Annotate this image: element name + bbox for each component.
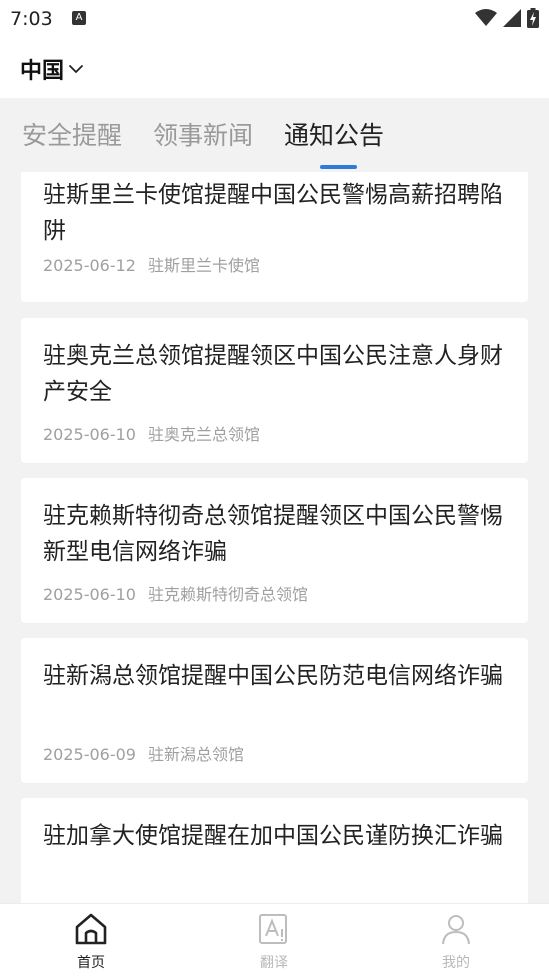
- wifi-icon: [475, 9, 497, 26]
- article-title: 驻新潟总领馆提醒中国公民防范电信网络诈骗: [43, 663, 503, 689]
- article-source: 驻克赖斯特彻奇总领馆: [147, 585, 308, 604]
- status-bar: 7:03 A: [0, 0, 549, 38]
- article-source: 驻奥克兰总领馆: [147, 425, 260, 444]
- category-tabs: 安全提醒 领事新闻 通知公告: [0, 98, 549, 172]
- tab-safety-alerts[interactable]: 安全提醒: [22, 116, 122, 152]
- article-source: 驻新潟总领馆: [147, 745, 244, 764]
- region-selector[interactable]: 中国: [20, 53, 84, 85]
- tab-announcements[interactable]: 通知公告: [284, 116, 384, 152]
- article-meta: 2025-06-10 驻克赖斯特彻奇总领馆: [43, 581, 308, 605]
- article-date: 2025-06-12: [43, 256, 136, 275]
- nav-home[interactable]: 首页: [51, 912, 131, 972]
- article-date: 2025-06-09: [43, 745, 136, 764]
- article-meta: 2025-06-09 驻新潟总领馆: [43, 741, 244, 765]
- article-title: 驻加拿大使馆提醒在加中国公民谨防换汇诈骗: [43, 823, 503, 849]
- nav-mine[interactable]: 我的: [416, 912, 496, 972]
- bottom-nav: 首页 翻译 我的: [0, 903, 549, 977]
- article-title: 驻奥克兰总领馆提醒领区中国公民注意人身财产安全: [43, 343, 503, 405]
- status-time: 7:03: [10, 8, 53, 30]
- article-meta: 2025-06-10 驻奥克兰总领馆: [43, 421, 260, 445]
- translate-icon: [259, 914, 287, 944]
- article-source: 驻斯里兰卡使馆: [147, 256, 260, 275]
- article-card[interactable]: 驻新潟总领馆提醒中国公民防范电信网络诈骗 2025-06-09 驻新潟总领馆: [21, 638, 528, 783]
- article-title: 驻克赖斯特彻奇总领馆提醒领区中国公民警惕新型电信网络诈骗: [43, 503, 503, 565]
- article-title: 驻斯里兰卡使馆提醒中国公民警惕高薪招聘陷阱: [43, 182, 503, 244]
- article-date: 2025-06-10: [43, 585, 136, 604]
- article-card[interactable]: 驻奥克兰总领馆提醒领区中国公民注意人身财产安全 2025-06-10 驻奥克兰总领…: [21, 318, 528, 463]
- chevron-down-icon: [69, 65, 83, 73]
- active-tab-indicator: [320, 165, 357, 169]
- signal-icon: [503, 9, 521, 27]
- article-card[interactable]: 驻加拿大使馆提醒在加中国公民谨防换汇诈骗: [21, 798, 528, 903]
- battery-icon: [527, 8, 539, 28]
- article-list[interactable]: 驻斯里兰卡使馆提醒中国公民警惕高薪招聘陷阱 2025-06-12 驻斯里兰卡使馆 …: [0, 172, 549, 903]
- region-label: 中国: [20, 59, 65, 84]
- notification-icon: A: [72, 11, 86, 25]
- tab-consular-news[interactable]: 领事新闻: [153, 116, 253, 152]
- article-card[interactable]: 驻斯里兰卡使馆提醒中国公民警惕高薪招聘陷阱 2025-06-12 驻斯里兰卡使馆: [21, 172, 528, 302]
- home-icon: [75, 913, 107, 945]
- nav-translate-label: 翻译: [260, 955, 288, 971]
- region-bar: 中国: [0, 38, 549, 98]
- article-card[interactable]: 驻克赖斯特彻奇总领馆提醒领区中国公民警惕新型电信网络诈骗 2025-06-10 驻…: [21, 478, 528, 623]
- nav-translate[interactable]: 翻译: [234, 912, 314, 972]
- nav-mine-label: 我的: [442, 955, 470, 971]
- article-meta: 2025-06-12 驻斯里兰卡使馆: [43, 252, 260, 276]
- article-date: 2025-06-10: [43, 425, 136, 444]
- nav-home-label: 首页: [77, 955, 105, 971]
- status-icons: [475, 8, 539, 28]
- profile-icon: [442, 915, 470, 945]
